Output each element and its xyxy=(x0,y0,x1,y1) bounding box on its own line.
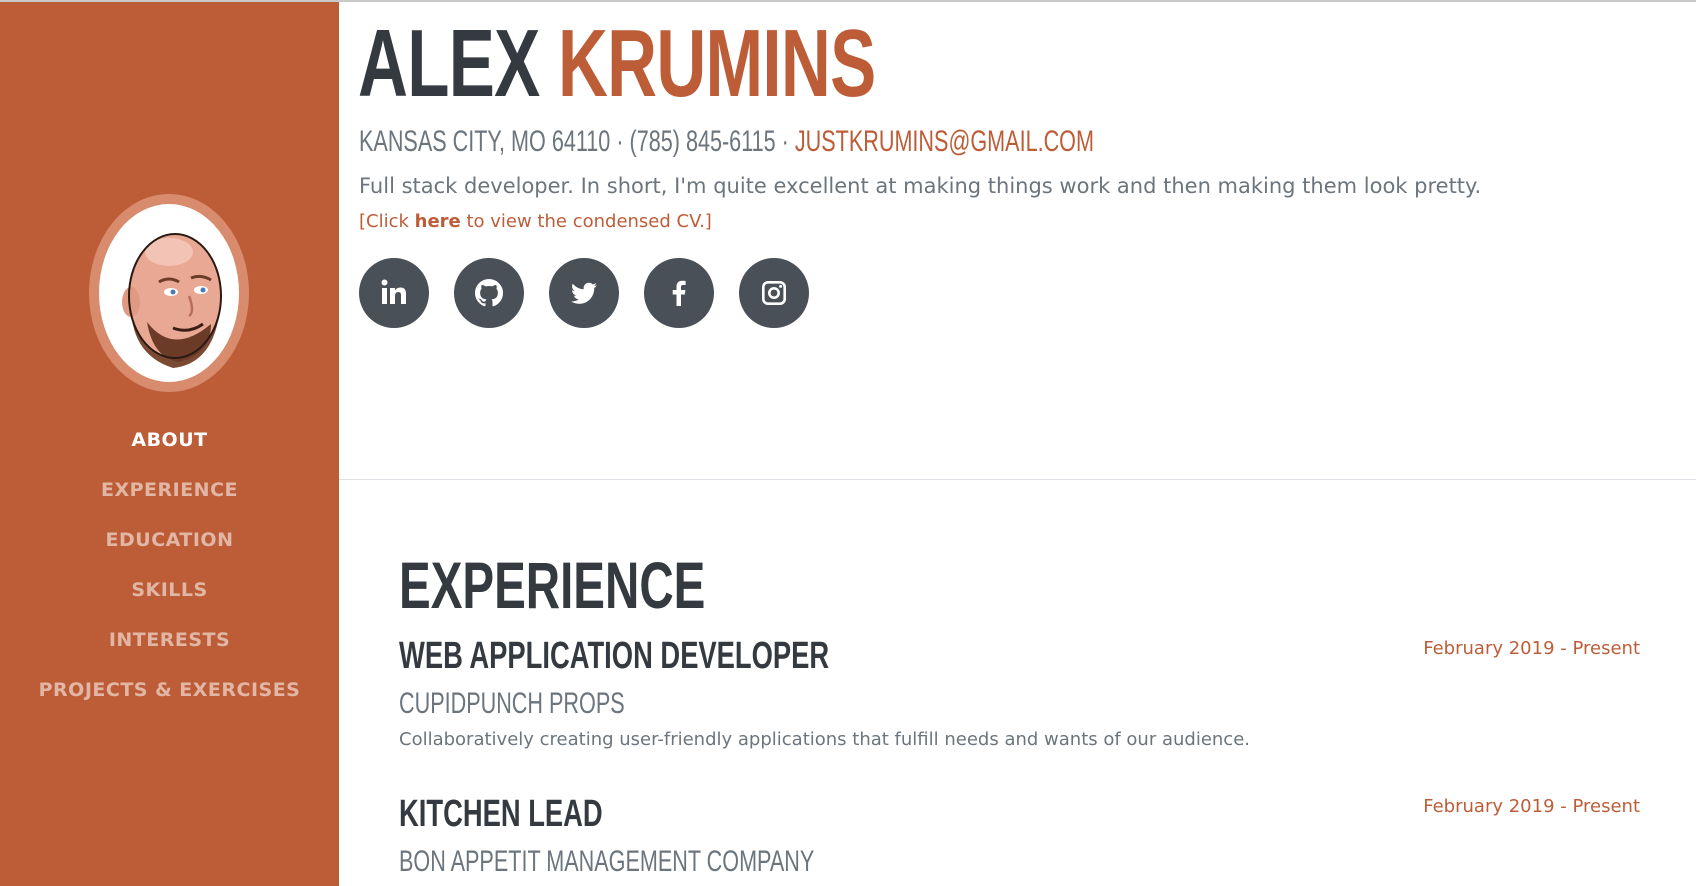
cv-note: [Click here to view the condensed CV.] xyxy=(359,210,712,234)
nav-item-about[interactable]: ABOUT xyxy=(0,422,339,472)
location-text: KANSAS CITY, MO 64110 xyxy=(359,125,611,158)
experience-heading: EXPERIENCE xyxy=(399,548,706,622)
section-divider xyxy=(339,479,1696,480)
linkedin-icon xyxy=(381,279,406,304)
contact-separator: · xyxy=(610,125,630,158)
github-button[interactable] xyxy=(454,258,524,328)
nav-item-experience[interactable]: EXPERIENCE xyxy=(0,472,339,522)
social-icons xyxy=(359,258,834,328)
contact-line: KANSAS CITY, MO 64110 · (785) 845-6115 ·… xyxy=(359,124,1094,160)
job-company: CUPIDPUNCH PROPS xyxy=(399,687,625,720)
twitter-icon xyxy=(571,282,597,304)
page-title: ALEX KRUMINS xyxy=(358,10,876,117)
twitter-button[interactable] xyxy=(549,258,619,328)
job-entry: WEB APPLICATION DEVELOPER CUPIDPUNCH PRO… xyxy=(399,634,1640,774)
job-company: BON APPETIT MANAGEMENT COMPANY xyxy=(399,845,815,878)
avatar-caricature-icon xyxy=(122,233,222,368)
job-date: February 2019 - Present xyxy=(1423,638,1640,659)
cv-note-prefix: [Click xyxy=(359,211,415,232)
email-link[interactable]: JUSTKRUMINS@GMAIL.COM xyxy=(795,125,1094,158)
sidebar: ABOUT EXPERIENCE EDUCATION SKILLS INTERE… xyxy=(0,2,339,886)
sidebar-nav: ABOUT EXPERIENCE EDUCATION SKILLS INTERE… xyxy=(0,422,339,722)
job-entry: KITCHEN LEAD BON APPETIT MANAGEMENT COMP… xyxy=(399,792,1640,886)
first-name: ALEX xyxy=(358,10,540,117)
job-date: February 2019 - Present xyxy=(1423,796,1640,817)
avatar xyxy=(99,204,239,382)
facebook-button[interactable] xyxy=(644,258,714,328)
avatar-frame xyxy=(89,194,249,392)
job-description: Collaboratively creating user-friendly a… xyxy=(399,729,1251,750)
nav-item-education[interactable]: EDUCATION xyxy=(0,522,339,572)
cv-note-suffix: to view the condensed CV.] xyxy=(460,211,712,232)
phone-text: (785) 845-6115 xyxy=(629,125,776,158)
github-icon xyxy=(474,278,504,307)
linkedin-button[interactable] xyxy=(359,258,429,328)
job-title: KITCHEN LEAD xyxy=(399,793,603,835)
instagram-icon xyxy=(762,281,786,305)
last-name: KRUMINS xyxy=(557,10,876,117)
condensed-cv-link[interactable]: here xyxy=(415,211,461,232)
contact-separator: · xyxy=(775,125,795,158)
intro-text: Full stack developer. In short, I'm quit… xyxy=(359,174,1482,198)
nav-item-skills[interactable]: SKILLS xyxy=(0,572,339,622)
nav-item-interests[interactable]: INTERESTS xyxy=(0,622,339,672)
instagram-button[interactable] xyxy=(739,258,809,328)
facebook-icon xyxy=(672,280,686,306)
top-border xyxy=(0,0,1696,2)
job-title: WEB APPLICATION DEVELOPER xyxy=(399,635,830,677)
nav-item-projects[interactable]: PROJECTS & EXERCISES xyxy=(0,672,339,722)
